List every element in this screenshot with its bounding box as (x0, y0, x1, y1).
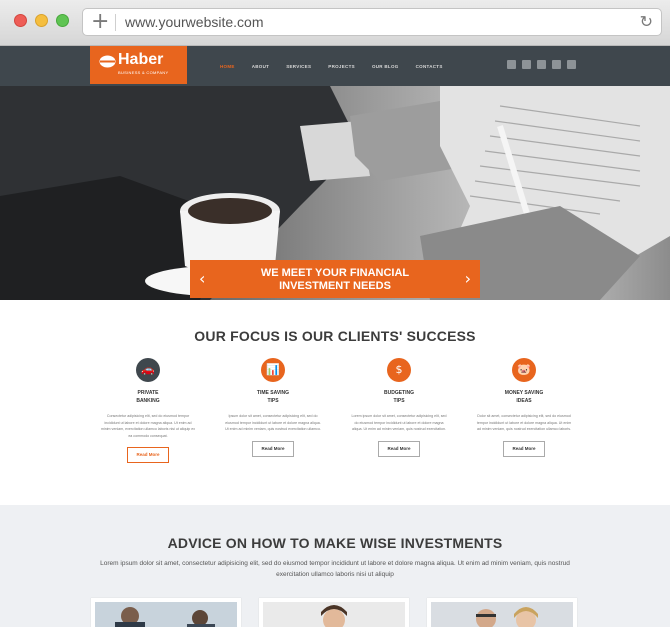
car-icon: 🚗 (136, 358, 160, 382)
piggy-bank-icon: 🐷 (512, 358, 536, 382)
feature-description: Ipsum dolor sit amet, consectetur adipis… (225, 414, 321, 431)
feature-title: MONEY SAVING IDEAS (504, 390, 544, 404)
nav-contacts[interactable]: CONTACTS (416, 64, 443, 69)
nav-services[interactable]: SERVICES (286, 64, 311, 69)
hero-slider: ‹ WE MEET YOUR FINANCIAL INVESTMENT NEED… (0, 86, 670, 300)
read-more-button[interactable]: Read More (127, 447, 169, 463)
feature-private-banking: 🚗 PRIVATE BANKING Consectetur adipisicin… (98, 358, 198, 463)
feature-description: Lorem ipsum dolor sit amet, consectetur … (351, 414, 447, 431)
feature-title: PRIVATE BANKING (136, 390, 160, 404)
advice-section: ADVICE ON HOW TO MAKE WISE INVESTMENTS L… (0, 505, 670, 627)
chart-icon: 📊 (261, 358, 285, 382)
feature-title: TIME SAVING TIPS (256, 390, 290, 404)
team-photo-1-image (95, 602, 237, 627)
team-photo-2[interactable] (259, 598, 409, 627)
vimeo-icon[interactable] (567, 60, 576, 69)
nav-about[interactable]: ABOUT (252, 64, 270, 69)
nav-our-blog[interactable]: OUR BLOG (372, 64, 399, 69)
reload-icon[interactable]: ↻ (640, 12, 653, 31)
team-photo-3[interactable] (427, 598, 577, 627)
focus-title: OUR FOCUS IS OUR CLIENTS' SUCCESS (194, 328, 476, 344)
read-more-button[interactable]: Read More (503, 440, 545, 457)
plus-icon[interactable]: + (91, 10, 109, 34)
main-nav: HOME ABOUT SERVICES PROJECTS OUR BLOG CO… (220, 64, 443, 69)
feature-title: BUDGETING TIPS (384, 390, 414, 404)
logo-name: Haber (118, 51, 164, 68)
browser-toolbar: + www.yourwebsite.com ↻ (0, 0, 670, 46)
team-photo-2-image (263, 602, 405, 627)
twitter-icon[interactable] (507, 60, 516, 69)
rss-icon[interactable] (537, 60, 546, 69)
logo-tagline: BUSINESS & COMPANY (118, 70, 169, 75)
address-bar[interactable]: + www.yourwebsite.com ↻ (82, 8, 662, 36)
youtube-icon[interactable] (522, 60, 531, 69)
logo-mark-icon (99, 55, 116, 68)
address-bar-divider (115, 14, 116, 31)
hero-banner-text: WE MEET YOUR FINANCIAL INVESTMENT NEEDS (260, 267, 410, 292)
slider-next-icon[interactable]: › (465, 269, 471, 288)
facebook-icon[interactable] (552, 60, 561, 69)
social-links (507, 60, 576, 69)
logo[interactable]: Haber BUSINESS & COMPANY (90, 46, 187, 84)
feature-time-saving-tips: 📊 TIME SAVING TIPS Ipsum dolor sit amet,… (223, 358, 323, 457)
focus-section: OUR FOCUS IS OUR CLIENTS' SUCCESS 🚗 PRIV… (0, 300, 670, 505)
slider-prev-icon[interactable]: ‹ (199, 269, 205, 288)
feature-budgeting-tips: $ BUDGETING TIPS Lorem ipsum dolor sit a… (349, 358, 449, 457)
read-more-button[interactable]: Read More (252, 440, 294, 457)
feature-description: Consectetur adipisicing elit, sed do eiu… (100, 414, 196, 438)
hero-banner: ‹ WE MEET YOUR FINANCIAL INVESTMENT NEED… (190, 260, 480, 298)
team-photo-1[interactable] (91, 598, 241, 627)
feature-money-saving-ideas: 🐷 MONEY SAVING IDEAS Dolor sit amet, con… (474, 358, 574, 457)
maximize-dot-icon[interactable] (56, 14, 69, 27)
team-photo-3-image (431, 602, 573, 627)
nav-projects[interactable]: PROJECTS (328, 64, 355, 69)
close-dot-icon[interactable] (14, 14, 27, 27)
site-header: Haber BUSINESS & COMPANY HOME ABOUT SERV… (0, 46, 670, 86)
url-text[interactable]: www.yourwebsite.com (125, 14, 264, 30)
advice-title: ADVICE ON HOW TO MAKE WISE INVESTMENTS (167, 535, 503, 551)
money-bag-icon: $ (387, 358, 411, 382)
minimize-dot-icon[interactable] (35, 14, 48, 27)
nav-home[interactable]: HOME (220, 64, 235, 69)
feature-description: Dolor sit amet, consectetur adipisicing … (476, 414, 572, 431)
read-more-button[interactable]: Read More (378, 440, 420, 457)
advice-text: Lorem ipsum dolor sit amet, consectetur … (100, 560, 570, 578)
